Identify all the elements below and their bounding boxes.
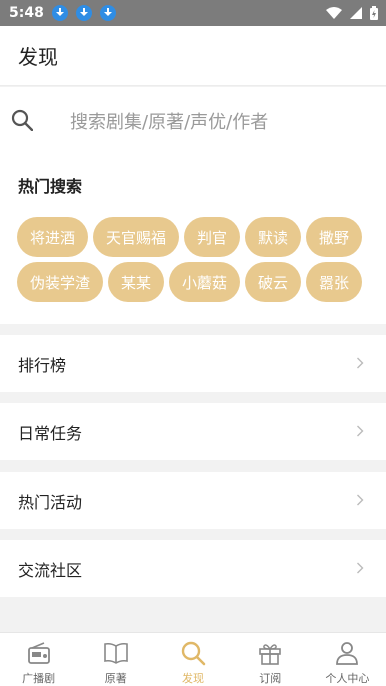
menu-item-ranking[interactable]: 排行榜 xyxy=(0,335,386,392)
download-icon xyxy=(75,5,92,21)
menu-item-daily-tasks[interactable]: 日常任务 xyxy=(0,403,386,460)
wifi-icon xyxy=(326,7,342,19)
tab-subscribe[interactable]: 订阅 xyxy=(232,633,309,686)
page-header: 发现 xyxy=(0,26,386,86)
menu-item-community[interactable]: 交流社区 xyxy=(0,540,386,597)
download-icon xyxy=(99,5,116,21)
battery-icon xyxy=(370,6,378,20)
search-bar[interactable]: 搜索剧集/原著/声优/作者 xyxy=(0,87,386,155)
tab-label: 个人中心 xyxy=(325,672,370,685)
status-time: 5:48 xyxy=(9,5,44,21)
tab-profile[interactable]: 个人中心 xyxy=(309,633,386,686)
download-icon xyxy=(51,5,68,21)
hot-search-title: 热门搜索 xyxy=(18,177,83,196)
tab-original-works[interactable]: 原著 xyxy=(77,633,154,686)
discover-card: 搜索剧集/原著/声优/作者 热门搜索 将进酒 天官赐福 判官 默读 撒野 伪装学… xyxy=(0,87,386,324)
hot-tag[interactable]: 默读 xyxy=(245,217,301,257)
hot-tag[interactable]: 嚣张 xyxy=(306,262,362,302)
tab-label: 原著 xyxy=(104,672,127,685)
hot-tag[interactable]: 某某 xyxy=(108,262,164,302)
menu-item-label: 热门活动 xyxy=(18,492,83,512)
search-icon xyxy=(11,109,33,131)
hot-tag[interactable]: 将进酒 xyxy=(17,217,88,257)
search-icon xyxy=(181,641,206,666)
hot-tag[interactable]: 破云 xyxy=(245,262,301,302)
status-bar: 5:48 xyxy=(0,0,386,26)
gift-icon xyxy=(259,644,282,665)
tab-label: 订阅 xyxy=(259,672,282,685)
chevron-right-icon xyxy=(357,425,364,437)
hot-tag[interactable]: 伪装学渣 xyxy=(17,262,103,302)
chevron-right-icon xyxy=(357,562,364,574)
menu-item-label: 排行榜 xyxy=(18,355,67,375)
hot-tag[interactable]: 天官赐福 xyxy=(93,217,179,257)
menu-item-label: 日常任务 xyxy=(18,423,83,443)
tab-discover[interactable]: 发现 xyxy=(154,633,231,686)
tab-label: 广播剧 xyxy=(22,672,56,685)
menu-item-hot-events[interactable]: 热门活动 xyxy=(0,472,386,529)
hot-tag[interactable]: 判官 xyxy=(184,217,240,257)
tab-radio-drama[interactable]: 广播剧 xyxy=(0,633,77,686)
chevron-right-icon xyxy=(357,494,364,506)
search-input[interactable]: 搜索剧集/原著/声优/作者 xyxy=(70,108,268,134)
page-title: 发现 xyxy=(18,45,58,69)
chevron-right-icon xyxy=(357,357,364,369)
person-icon xyxy=(336,642,359,665)
bottom-tab-bar: 广播剧 原著 发现 订阅 个人中心 xyxy=(0,632,386,686)
hot-tag[interactable]: 小蘑菇 xyxy=(169,262,240,302)
tab-label: 发现 xyxy=(182,672,204,685)
radio-icon xyxy=(27,642,50,664)
hot-tag[interactable]: 撒野 xyxy=(306,217,362,257)
book-icon xyxy=(103,642,128,664)
signal-icon xyxy=(350,7,362,19)
menu-item-label: 交流社区 xyxy=(18,560,83,580)
